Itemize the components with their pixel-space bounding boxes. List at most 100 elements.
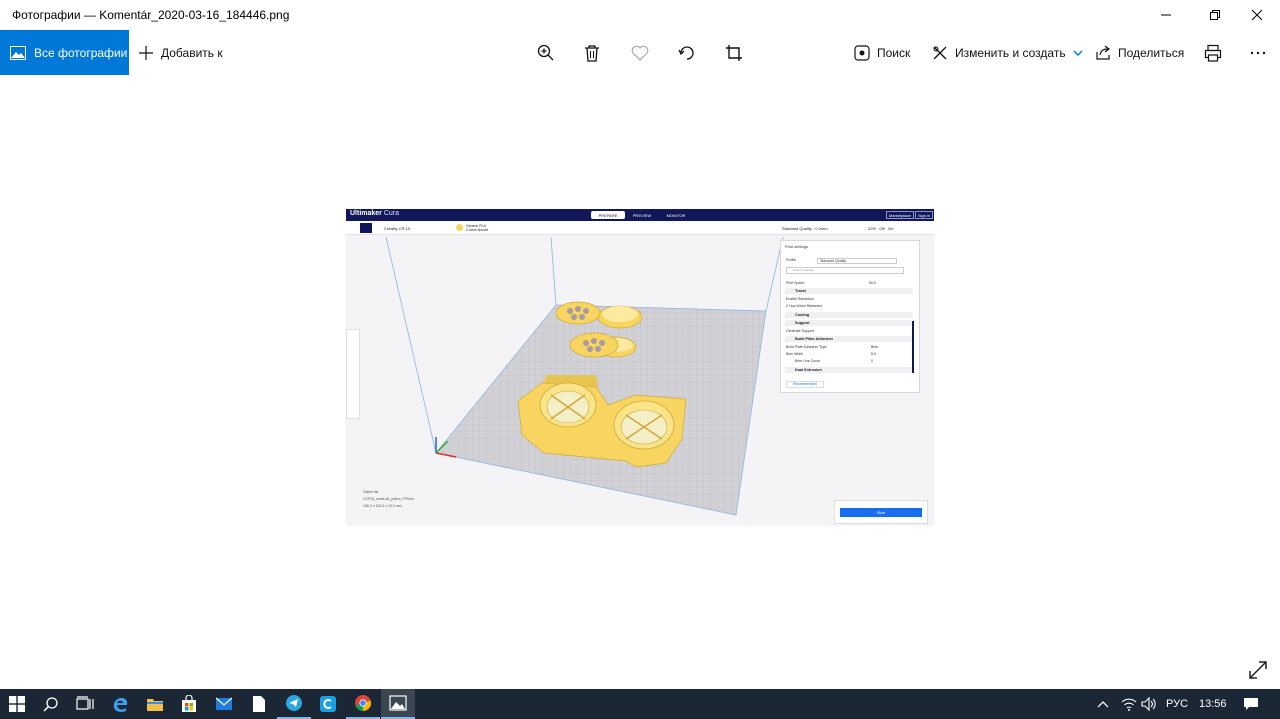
displayed-photo: Ultimaker Cura PREPARE PREVIEW MONITOR M… (346, 209, 934, 526)
all-photos-button[interactable]: Все фотографии (0, 30, 129, 75)
search-button[interactable]: Поиск (854, 30, 910, 75)
taskbar-file[interactable] (242, 689, 276, 719)
share-icon (1096, 45, 1110, 60)
panel-title: Print settings (785, 244, 809, 249)
taskbar: РУС 13:56 (0, 689, 1280, 719)
zoom-icon (537, 44, 554, 60)
close-button[interactable] (1234, 0, 1280, 30)
more-button[interactable] (1240, 30, 1276, 75)
cura-brand-name: Ultimaker (350, 210, 382, 217)
brim-line-count-value: 0 (871, 359, 873, 363)
start-button[interactable] (0, 689, 34, 719)
mail-icon (215, 697, 233, 710)
edit-icon (933, 46, 947, 59)
taskbar-chrome[interactable] (346, 689, 380, 719)
taskbar-photos[interactable] (381, 689, 415, 719)
delete-icon (585, 44, 599, 62)
print-button[interactable] (1195, 30, 1231, 75)
minimize-icon (1161, 14, 1171, 16)
more-icon (1250, 51, 1266, 54)
task-view-button[interactable] (68, 689, 102, 719)
all-photos-label: Все фотографии (34, 45, 128, 60)
taskbar-search[interactable] (34, 689, 68, 719)
object-name: CCP16_mask.stl_yellow_FFbrim (363, 497, 414, 501)
cura-nozzle-size: 0.4mm Nozzle (466, 228, 489, 232)
cura-object-info: Object list CCP16_mask.stl_yellow_FFbrim… (363, 489, 414, 510)
brim-width-label: Brim Width (786, 352, 804, 356)
cura-subbar: Creality CR-10 Generic PLA 0.4mm Nozzle S… (346, 221, 934, 235)
cura-ext-values: 20% Off On (868, 226, 893, 231)
adhesion-type-label: Build Plate Adhesion Type (786, 345, 827, 349)
print-speed-value: 50.0 (869, 281, 876, 285)
edge-icon (113, 697, 128, 712)
volume-button[interactable] (1141, 689, 1157, 719)
section-travel: Travel (785, 288, 913, 294)
print-icon (1204, 44, 1222, 62)
section-adhesion: Build Plate Adhesion (785, 336, 913, 342)
share-button[interactable]: Поделиться (1095, 30, 1184, 75)
chevron-down-icon (1073, 50, 1083, 56)
print-speed-label: Print Speed (786, 281, 805, 285)
clock[interactable]: 13:56 (1199, 689, 1227, 719)
brim-line-count-label: Brim Line Count (795, 359, 821, 363)
window-title: Фотографии — Komentár_2020-03-16_184446.… (12, 8, 290, 22)
notifications-button[interactable] (1243, 689, 1259, 719)
cura-adhesion-value: On (887, 226, 894, 231)
photos-icon (389, 695, 407, 711)
taskbar-file-explorer[interactable] (138, 689, 172, 719)
recommended-button: Recommended (786, 381, 824, 388)
edit-create-button[interactable]: Изменить и создать (932, 30, 1083, 75)
search-icon (43, 697, 58, 712)
fullscreen-button[interactable] (1246, 658, 1270, 682)
cura-brand: Ultimaker Cura (350, 210, 399, 217)
slice-button: Slice (840, 508, 922, 517)
profile-label: Profile (786, 258, 796, 262)
telegram-icon (286, 695, 302, 711)
taskbar-store[interactable] (172, 689, 206, 719)
start-icon (9, 696, 25, 712)
cura-stage-preview: PREVIEW (632, 212, 652, 218)
close-icon (1251, 9, 1263, 21)
maximize-button[interactable] (1192, 0, 1238, 30)
honeycomb-1 (555, 301, 601, 325)
cura-stage-monitor: MONITOR (666, 212, 686, 218)
file-explorer-icon (147, 699, 163, 711)
show-hidden-icons[interactable] (1097, 689, 1109, 719)
cura-quality: Standard Quality - 0.2mm (782, 226, 828, 231)
enable-retraction-label: Enable Retraction (786, 297, 814, 301)
delete-button[interactable] (574, 30, 610, 75)
adhesion-type-value: Brim (871, 345, 879, 349)
favorite-button[interactable] (622, 30, 658, 75)
crop-icon (726, 44, 742, 61)
generate-support-label: Generate Support (786, 329, 814, 333)
zoom-button[interactable] (528, 30, 564, 75)
honeycomb-2 (569, 332, 619, 358)
cura-marketplace: Marketplace (886, 211, 914, 219)
cura-print-settings-panel: Print settings Profile Standard Quality … (780, 240, 920, 393)
crop-button[interactable] (716, 30, 752, 75)
ccleaner-icon (320, 696, 336, 712)
taskbar-telegram[interactable] (277, 689, 311, 719)
settings-search: Search settings (786, 267, 904, 274)
network-button[interactable] (1121, 689, 1137, 719)
cura-printer: Creality CR-10 (384, 226, 411, 231)
minimize-button[interactable] (1143, 0, 1189, 30)
object-list-label: Object list (363, 490, 379, 494)
chevron-up-icon (1097, 701, 1109, 708)
chrome-icon (355, 695, 372, 712)
add-to-button[interactable]: Добавить к (138, 30, 223, 75)
cura-brand-suffix: Cura (383, 210, 400, 217)
language-indicator[interactable]: РУС (1166, 689, 1188, 719)
profile-value: Standard Quality (817, 258, 897, 264)
store-icon (182, 695, 196, 712)
taskbar-mail[interactable] (207, 689, 241, 719)
rotate-button[interactable] (669, 30, 705, 75)
add-to-label: Добавить к (161, 45, 223, 60)
wifi-icon (1121, 698, 1137, 711)
cura-infill: 20% (868, 226, 877, 231)
cura-slice-box: Slice (834, 500, 928, 524)
section-support: Support (785, 320, 913, 326)
brim-width-value: 8.0 (871, 352, 876, 356)
taskbar-edge[interactable] (103, 689, 137, 719)
taskbar-ccleaner[interactable] (311, 689, 345, 719)
